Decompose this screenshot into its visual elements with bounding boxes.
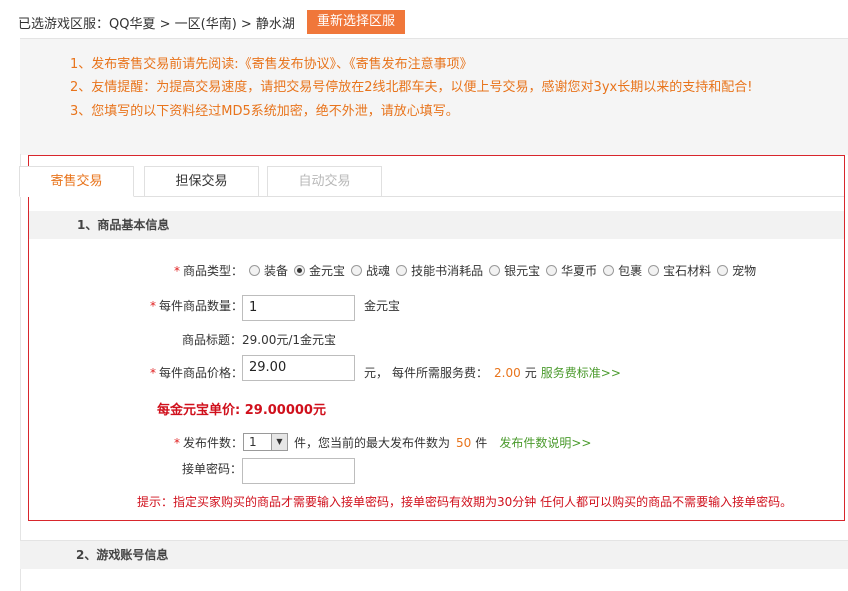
count-label-row: * 发布件数：: [174, 434, 243, 451]
password-hint: 提示：指定买家购买的商品才需要输入接单密码，接单密码有效期为30分钟 任何人都可…: [137, 495, 793, 509]
product-type-row: * 商品类型： 装备 金元宝 战魂 技能书消耗品 银元宝 华夏币 包裹 宝石材料 宠物: [174, 262, 756, 279]
product-type-radio[interactable]: [396, 265, 408, 276]
pwd-label: 接单密码：: [182, 462, 243, 476]
price-label-row: * 每件商品价格：: [150, 364, 243, 381]
product-type-radio[interactable]: [249, 265, 261, 276]
title-label: 商品标题：: [182, 333, 243, 347]
product-type-radio[interactable]: [546, 265, 558, 276]
required-mark: *: [150, 298, 156, 313]
product-type-option-label[interactable]: 包裹: [618, 262, 642, 279]
qty-unit: 金元宝: [364, 299, 401, 313]
reselect-server-button[interactable]: 重新选择区服: [306, 10, 405, 34]
tab-auto: 自动交易: [267, 166, 382, 196]
section-account-info: 2、游戏账号信息: [20, 540, 848, 569]
title-row: 商品标题： 29.00元/1金元宝: [182, 331, 336, 348]
trade-tabs: 寄售交易 担保交易 自动交易: [19, 166, 844, 197]
product-type-radio[interactable]: [294, 265, 306, 276]
count-help-link[interactable]: 发布件数说明>>: [499, 434, 591, 451]
product-type-option-label[interactable]: 华夏币: [561, 262, 597, 279]
product-type-radio[interactable]: [717, 265, 729, 276]
price-unit: 元，: [364, 366, 389, 380]
breadcrumb: 已选游戏区服：QQ华夏 > 一区(华南) > 静水湖 重新选择区服: [18, 10, 405, 34]
qty-label-row: * 每件商品数量：: [150, 297, 243, 314]
product-type-option-label[interactable]: 装备: [264, 262, 288, 279]
count-extra-row: 件，您当前的最大发布件数为 50 件 发布件数说明>>: [294, 434, 591, 451]
price-input[interactable]: 29.00: [242, 355, 355, 381]
order-password-input[interactable]: [242, 458, 355, 484]
product-type-option-label[interactable]: 银元宝: [504, 262, 540, 279]
product-type-option-label[interactable]: 战魂: [366, 262, 390, 279]
notice-line-2: 2、友情提醒：为提高交易速度，请把交易号停放在2线北郡车夫，以便上号交易，感谢您…: [70, 80, 753, 95]
qty-input[interactable]: 1: [242, 295, 355, 321]
tab-guarantee[interactable]: 担保交易: [144, 166, 259, 196]
section-basic-info: 1、商品基本信息: [29, 211, 844, 239]
left-divider: [20, 154, 21, 591]
title-value: 29.00元/1金元宝: [242, 333, 337, 347]
product-type-radio[interactable]: [648, 265, 660, 276]
product-type-option-label[interactable]: 宝石材料: [663, 262, 711, 279]
notice-line-1[interactable]: 1、发布寄售交易前请先阅读:《寄售发布协议》、《寄售发布注意事项》: [70, 53, 473, 72]
count-select[interactable]: 1 ▼: [243, 433, 288, 451]
product-type-option-label[interactable]: 金元宝: [309, 262, 345, 279]
product-type-option-label[interactable]: 技能书消耗品: [411, 262, 483, 279]
product-type-radio[interactable]: [351, 265, 363, 276]
product-type-label: 商品类型：: [183, 264, 244, 278]
count-label: 发布件数：: [183, 436, 244, 450]
sale-form-frame: 寄售交易 担保交易 自动交易 1、商品基本信息 * 商品类型： 装备 金元宝 战魂技…: [19, 155, 845, 521]
section-account-info-title: 2、游戏账号信息: [76, 548, 169, 562]
price-label: 每件商品价格：: [159, 366, 244, 380]
count-unit: 件: [475, 436, 488, 450]
required-mark: *: [174, 263, 180, 278]
required-mark: *: [174, 435, 180, 450]
product-type-option-label[interactable]: 宠物: [732, 262, 756, 279]
fee-standard-link[interactable]: 服务费标准>>: [541, 364, 621, 381]
count-select-value: 1: [249, 435, 257, 449]
fee-unit: 元: [524, 366, 537, 380]
price-extra-row: 元， 每件所需服务费： 2.00 元 服务费标准>>: [364, 364, 621, 381]
fee-label: 每件所需服务费：: [392, 366, 489, 380]
chevron-down-icon[interactable]: ▼: [271, 434, 287, 450]
tab-consignment[interactable]: 寄售交易: [19, 166, 134, 197]
product-type-radio[interactable]: [603, 265, 615, 276]
product-type-radio[interactable]: [489, 265, 501, 276]
required-mark: *: [150, 365, 156, 380]
notice-panel: 1、发布寄售交易前请先阅读:《寄售发布协议》、《寄售发布注意事项》 2、友情提醒…: [20, 38, 848, 155]
qty-label: 每件商品数量：: [159, 299, 244, 313]
count-text: 件，您当前的最大发布件数为: [294, 436, 451, 450]
section-basic-info-title: 1、商品基本信息: [77, 218, 170, 232]
notice-line-3: 3、您填写的以下资料经过MD5系统加密，绝不外泄，请放心填写。: [70, 104, 459, 119]
fee-value: 2.00: [494, 365, 521, 380]
unit-price: 每金元宝单价: 29.00000元: [157, 403, 326, 418]
count-max: 50: [456, 435, 472, 450]
breadcrumb-text: 已选游戏区服：QQ华夏 > 一区(华南) > 静水湖: [18, 16, 295, 32]
